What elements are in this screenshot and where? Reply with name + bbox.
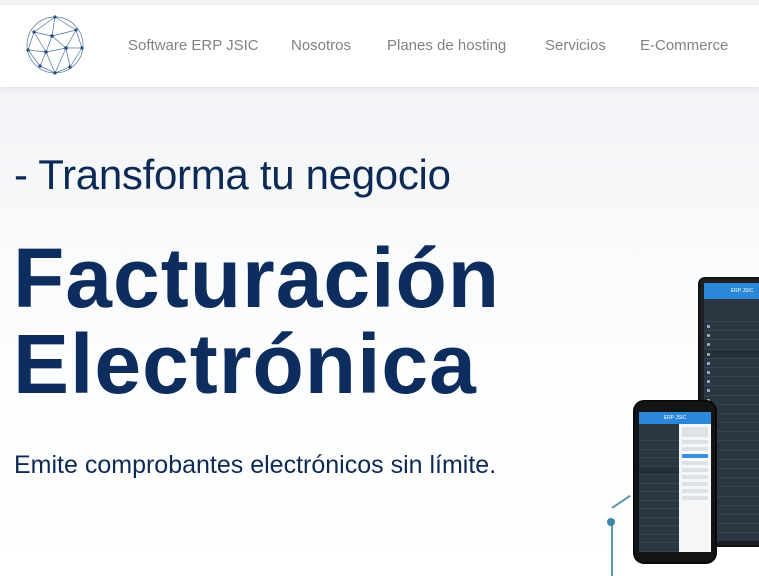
content-block	[682, 468, 708, 472]
nav-link-nosotros[interactable]: Nosotros	[291, 37, 351, 54]
hero-title-line1: Facturación	[13, 231, 501, 325]
phone-content	[679, 424, 711, 552]
side-row	[639, 535, 679, 543]
side-row	[704, 349, 759, 359]
hero-description: Emite comprobantes electrónicos sin lími…	[14, 451, 497, 479]
connector-dot	[607, 518, 615, 526]
phone-mockup: ERP JSIC	[633, 400, 717, 564]
side-row	[639, 518, 679, 526]
content-block	[682, 454, 708, 458]
content-block	[682, 482, 708, 486]
nav-link-ecommerce[interactable]: E-Commerce	[640, 37, 728, 54]
user-panel	[704, 299, 759, 322]
app-header: ERP JSIC	[704, 283, 759, 299]
side-row	[639, 484, 679, 492]
phone-screen: ERP JSIC	[639, 412, 711, 552]
side-row	[704, 359, 759, 368]
network-globe-icon[interactable]	[24, 14, 86, 76]
side-row	[639, 475, 679, 484]
side-row	[704, 386, 759, 396]
content-block	[682, 440, 708, 444]
content-block	[682, 447, 708, 451]
side-row	[639, 492, 679, 501]
phone-sidebar	[639, 424, 679, 552]
side-row	[639, 526, 679, 535]
side-row	[639, 501, 679, 509]
content-block	[682, 489, 708, 493]
side-row	[704, 368, 759, 378]
hero-subtitle: - Transforma tu negocio	[14, 151, 451, 198]
hero-title-line2: Electrónica	[13, 317, 477, 411]
navbar: Software ERP JSIC Nosotros Planes de hos…	[0, 5, 759, 87]
side-row	[639, 543, 679, 552]
hero-section: - Transforma tu negocio Facturación Elec…	[0, 87, 759, 576]
side-row	[639, 466, 679, 475]
hero-title: Facturación Electrónica	[13, 235, 500, 407]
side-row	[704, 377, 759, 387]
content-block	[682, 461, 708, 465]
app-header: ERP JSIC	[639, 412, 711, 424]
side-row	[639, 509, 679, 518]
side-row	[704, 340, 759, 350]
nav-link-servicios[interactable]: Servicios	[545, 37, 606, 54]
side-row	[639, 450, 679, 458]
connector-line-vertical	[611, 524, 613, 576]
content-block	[682, 427, 708, 437]
nav-link-hosting[interactable]: Planes de hosting	[387, 37, 506, 54]
nav-link-software-erp[interactable]: Software ERP JSIC	[128, 37, 259, 54]
side-row	[704, 331, 759, 341]
content-block	[682, 475, 708, 479]
user-panel	[639, 424, 679, 441]
connector-line	[611, 494, 631, 509]
side-row	[639, 458, 679, 467]
content-block	[682, 496, 708, 500]
side-row	[639, 441, 679, 450]
side-row	[704, 322, 759, 332]
